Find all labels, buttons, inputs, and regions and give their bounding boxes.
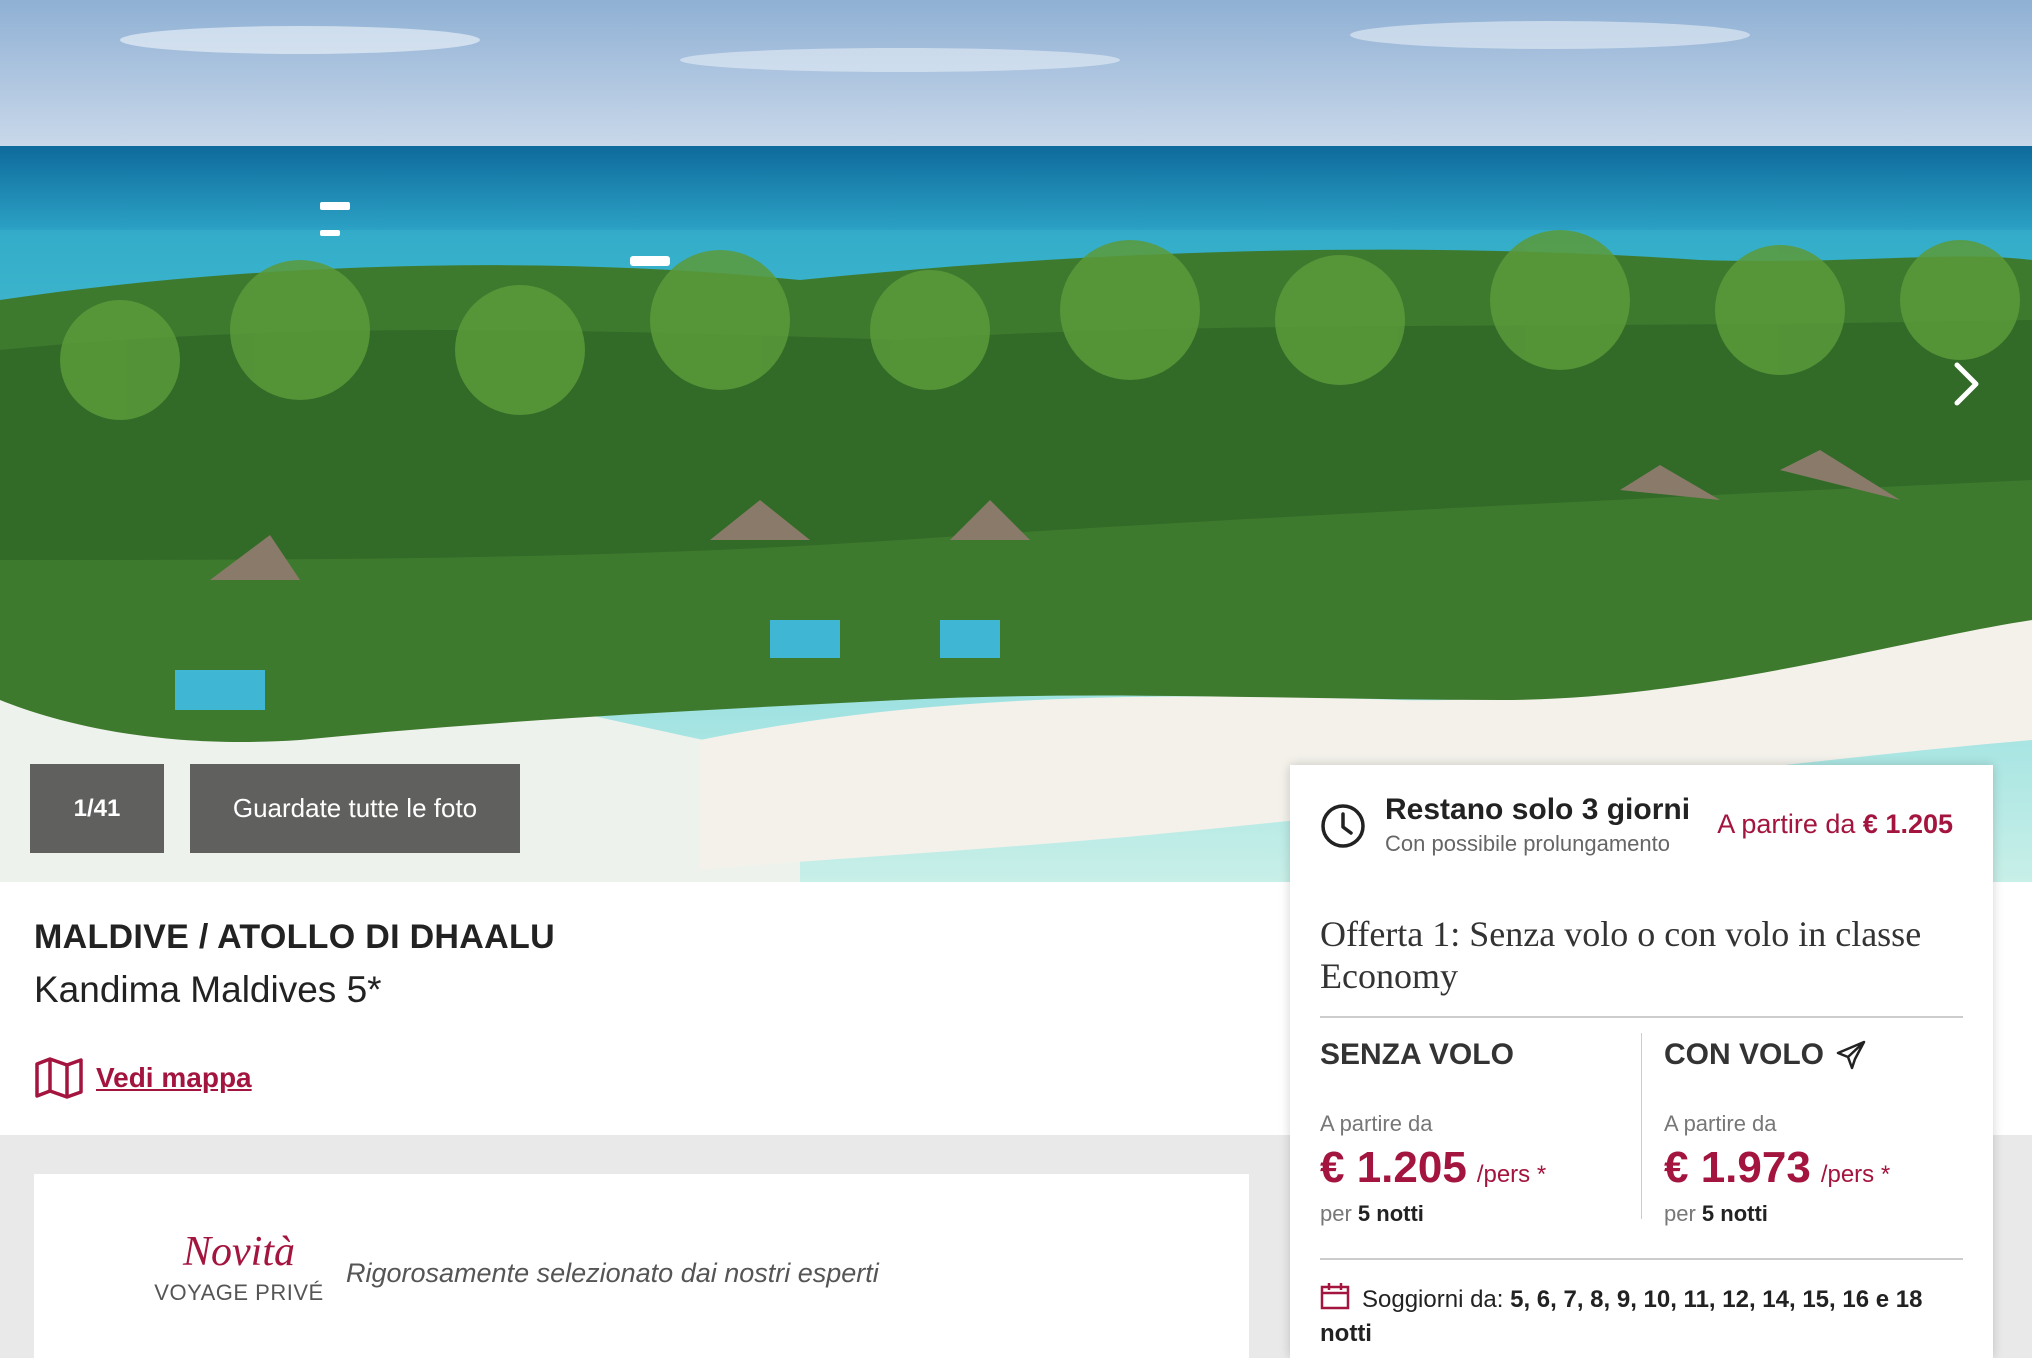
novita-card: Novità VOYAGE PRIVÉ Rigorosamente selezi… <box>34 1174 1249 1358</box>
offer-countdown: Restano solo 3 giorni Con possibile prol… <box>1290 765 1993 883</box>
nights-value: 5 notti <box>1357 1201 1424 1226</box>
option-title: CON VOLO <box>1664 1038 1825 1071</box>
listing-info: MALDIVE / ATOLLO DI DHAALU Kandima Maldi… <box>34 918 1234 1011</box>
price-per-person: /pers * <box>1476 1161 1547 1188</box>
destination-title: MALDIVE / ATOLLO DI DHAALU <box>34 918 555 956</box>
stay-durations: Soggiorni da: 5, 6, 7, 8, 9, 10, 11, 12,… <box>1320 1282 1970 1351</box>
option-nights: per 5 notti <box>1320 1201 1620 1227</box>
option-with-flight[interactable]: CON VOLO A partire da € 1.973 /pers * pe… <box>1664 1035 1964 1227</box>
offer-title: Offerta 1: Senza volo o con volo in clas… <box>1320 914 1922 996</box>
nights-value: 5 notti <box>1701 1201 1768 1226</box>
option-from-label: A partire da <box>1320 1111 1433 1136</box>
nights-prefix: per <box>1664 1201 1696 1226</box>
option-title: SENZA VOLO <box>1320 1038 1514 1071</box>
stays-label: Soggiorni da: <box>1362 1286 1504 1313</box>
extension-note: Con possibile prolungamento <box>1385 831 1670 856</box>
option-price: € 1.973 /pers * <box>1664 1143 1964 1193</box>
option-from-label: A partire da <box>1664 1111 1777 1136</box>
option-title-row: CON VOLO <box>1664 1035 1964 1075</box>
map-icon <box>35 1057 83 1099</box>
photo-counter: 1/41 <box>30 764 164 853</box>
novita-description: Rigorosamente selezionato dai nostri esp… <box>346 1258 879 1288</box>
from-price-value: € 1.205 <box>1862 809 1953 839</box>
offer-panel: Restano solo 3 giorni Con possibile prol… <box>1290 765 1993 1358</box>
option-price: € 1.205 /pers * <box>1320 1143 1620 1193</box>
all-photos-button[interactable]: Guardate tutte le foto <box>190 764 520 853</box>
map-link-label[interactable]: Vedi mappa <box>96 1062 252 1094</box>
novita-subtitle: VOYAGE PRIVÉ <box>154 1280 324 1305</box>
price-amount: € 1.973 <box>1664 1143 1811 1192</box>
price-amount: € 1.205 <box>1320 1143 1467 1192</box>
novita-title: Novità <box>183 1229 295 1275</box>
from-price-prefix: A partire da <box>1717 809 1856 839</box>
divider <box>1320 1258 1963 1260</box>
column-divider <box>1641 1033 1642 1219</box>
from-price: A partire da € 1.205 <box>1717 809 1953 840</box>
next-photo-button[interactable] <box>1942 356 1990 412</box>
hero-photo[interactable]: 1/41 Guardate tutte le foto <box>0 0 2032 882</box>
calendar-icon <box>1320 1283 1350 1310</box>
plane-icon <box>1836 1040 1866 1070</box>
option-without-flight[interactable]: SENZA VOLO A partire da € 1.205 /pers * … <box>1320 1035 1620 1227</box>
remaining-days: Restano solo 3 giorni <box>1385 793 1691 826</box>
nights-prefix: per <box>1320 1201 1352 1226</box>
hotel-name: Kandima Maldives 5* <box>34 969 382 1010</box>
price-per-person: /pers * <box>1820 1161 1891 1188</box>
divider <box>1320 1016 1963 1018</box>
clock-icon <box>1321 804 1365 848</box>
resort-aerial-image <box>0 0 2032 882</box>
chevron-right-icon <box>1954 362 1979 406</box>
option-nights: per 5 notti <box>1664 1201 1964 1227</box>
map-link[interactable]: Vedi mappa <box>34 1056 252 1100</box>
